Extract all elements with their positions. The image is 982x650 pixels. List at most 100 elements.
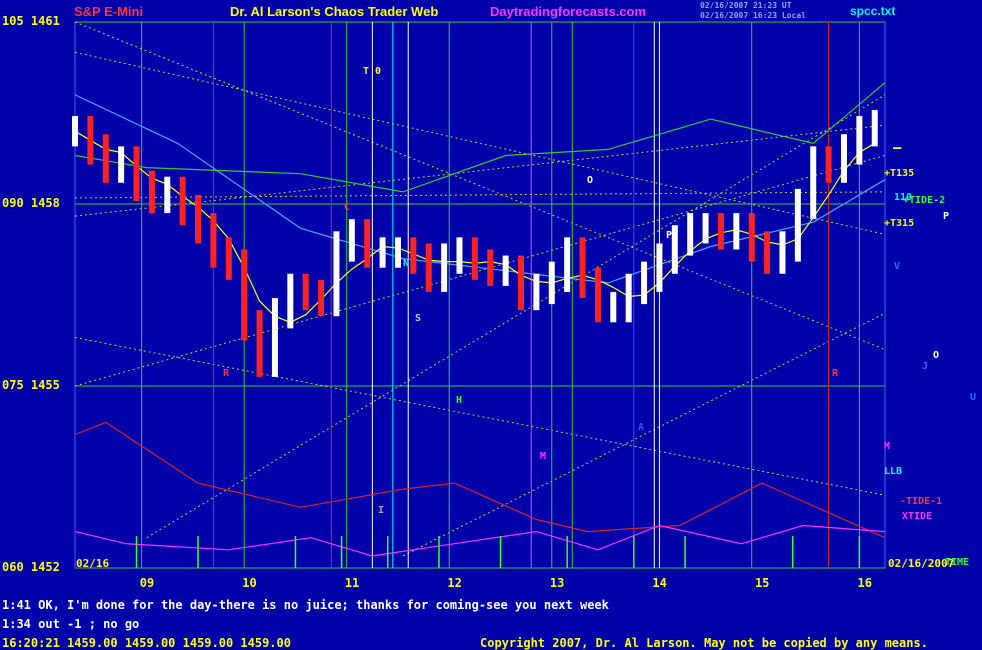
- price-bar-48: [810, 146, 817, 220]
- label-v: V: [894, 261, 901, 272]
- label-t135: +T135: [884, 168, 915, 179]
- y-tick-label-2: 075 1455: [2, 378, 60, 392]
- label-u: U: [970, 392, 977, 403]
- label-o: O: [933, 350, 940, 361]
- plot-area: [74, 21, 886, 569]
- timestamp-local: 02/16/2007 16:23 Local: [700, 11, 806, 20]
- copyright: Copyright 2007, Dr. Al Larson. May not b…: [480, 636, 928, 650]
- price-bar-34: [594, 267, 601, 323]
- price-bar-35: [610, 291, 617, 323]
- label-xtide: XTIDE: [902, 511, 933, 522]
- price-bar-18: [348, 219, 355, 262]
- label-j: J: [922, 361, 929, 372]
- price-bar-31: [548, 261, 555, 305]
- price-bar-0: [72, 116, 78, 147]
- chart-title: Dr. Al Larson's Chaos Trader Web: [230, 4, 439, 19]
- price-bar-46: [779, 231, 786, 274]
- label-p: P: [943, 211, 950, 222]
- price-bar-27: [487, 249, 494, 286]
- label-m: M: [884, 441, 891, 452]
- annotation-p: P: [666, 230, 673, 241]
- price-bar-28: [502, 255, 509, 286]
- label-tide1: -TIDE-1: [900, 496, 943, 507]
- price-bar-52: [871, 109, 878, 147]
- quote-line: 16:20:21 1459.00 1459.00 1459.00 1459.00: [2, 636, 291, 650]
- price-bar-39: [671, 225, 678, 274]
- price-bar-10: [225, 237, 232, 280]
- price-bar-47: [794, 188, 801, 262]
- label-time: TIME: [945, 557, 970, 568]
- price-bar-7: [179, 176, 186, 226]
- price-bar-29: [518, 255, 525, 311]
- y-tick-label-3: 060 1452: [2, 560, 60, 574]
- price-bar-41: [702, 213, 709, 244]
- annotation-c: C: [344, 202, 351, 213]
- label-t315: +T315: [884, 218, 915, 229]
- date-left: 02/16: [76, 557, 110, 570]
- annotation-n: N: [403, 258, 410, 269]
- annotation-a: A: [638, 422, 645, 433]
- price-bar-33: [579, 237, 586, 299]
- price-bar-13: [271, 298, 278, 377]
- annotation-m: M: [540, 451, 547, 462]
- price-bar-26: [471, 237, 478, 280]
- price-bar-37: [641, 261, 648, 305]
- price-bar-40: [687, 213, 694, 256]
- price-bar-45: [764, 231, 771, 274]
- symbol-label: S&P E-Mini: [74, 4, 144, 19]
- price-bar-8: [195, 194, 202, 244]
- price-bar-4: [133, 146, 140, 201]
- price-bar-14: [287, 273, 294, 329]
- x-tick-label-2: 11: [344, 576, 360, 590]
- annotation-r-right: R: [832, 368, 839, 379]
- status-message-2: 1:34 out -1 ; no go: [2, 617, 140, 631]
- price-bar-9: [210, 213, 217, 268]
- price-bar-23: [425, 243, 432, 292]
- price-bar-42: [717, 213, 724, 250]
- y-tick-label-0: 105 1461: [2, 14, 60, 28]
- price-bar-30: [533, 273, 540, 311]
- x-tick-label-3: 12: [447, 576, 462, 590]
- timestamp-ut: 02/16/2007 21:23 UT: [700, 1, 792, 10]
- price-bar-15: [302, 273, 309, 311]
- price-bar-32: [564, 237, 571, 292]
- annotation-r-left: R: [223, 368, 230, 379]
- status-message-1: 1:41 OK, I'm done for the day-there is n…: [2, 598, 609, 612]
- price-bar-51: [856, 116, 863, 165]
- annotation-h: H: [456, 395, 463, 406]
- price-bar-44: [748, 213, 755, 262]
- price-bar-21: [394, 237, 401, 268]
- annotation-s: S: [415, 313, 422, 324]
- price-bar-43: [733, 213, 740, 250]
- price-bar-24: [441, 243, 448, 292]
- price-bar-16: [318, 279, 325, 317]
- x-tick-label-4: 13: [549, 576, 565, 590]
- x-tick-label-1: 10: [242, 576, 257, 590]
- price-bar-12: [256, 310, 263, 377]
- price-bar-11: [241, 249, 248, 341]
- price-bar-36: [625, 273, 632, 323]
- price-bar-5: [148, 170, 155, 214]
- price-bar-19: [364, 219, 371, 268]
- price-bar-3: [118, 146, 125, 183]
- price-chart: [72, 21, 886, 569]
- price-bar-49: [825, 146, 832, 183]
- price-bar-38: [656, 243, 663, 292]
- site-link[interactable]: Daytradingforecasts.com: [490, 4, 646, 19]
- price-bar-20: [379, 237, 386, 268]
- price-bar-6: [164, 176, 171, 214]
- annotation-t0: T 0: [363, 66, 382, 77]
- right-marker-dash: —: [893, 140, 902, 156]
- price-bar-2: [102, 134, 109, 183]
- x-tick-label-0: 09: [139, 576, 155, 590]
- price-bar-17: [333, 231, 340, 317]
- price-bar-50: [840, 134, 847, 183]
- price-bar-25: [456, 237, 463, 274]
- label-tide2: +TIDE-2: [903, 195, 946, 206]
- x-tick-label-5: 14: [652, 576, 667, 590]
- file-label: spcc.txt: [850, 4, 896, 18]
- price-bar-22: [410, 237, 417, 274]
- price-bar-1: [87, 116, 94, 165]
- annotation-i: I: [378, 505, 385, 516]
- x-tick-label-7: 16: [857, 576, 872, 590]
